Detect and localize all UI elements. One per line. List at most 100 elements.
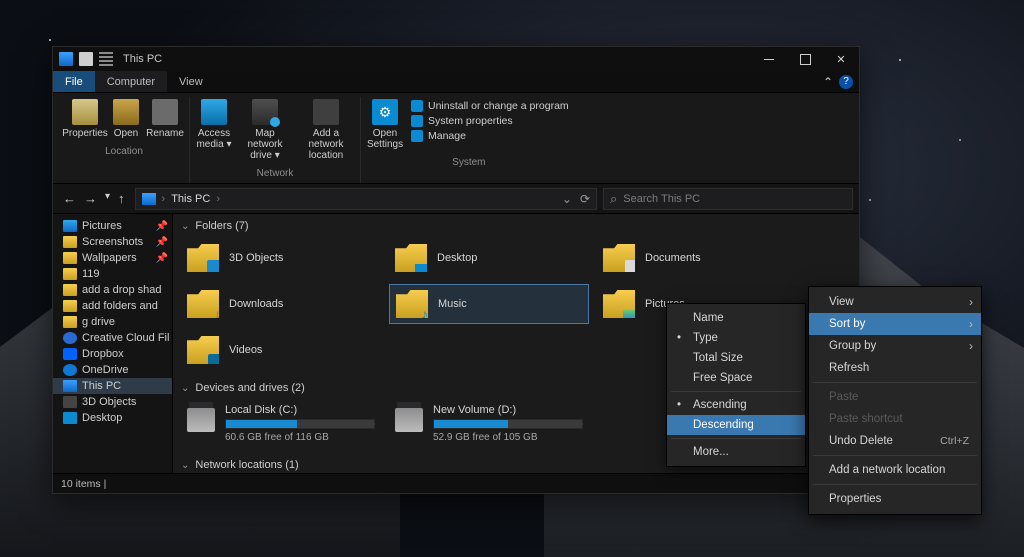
window-title: This PC <box>123 53 162 65</box>
add-network-location-button[interactable]: Add a network location <box>296 97 356 165</box>
ctx-group-by[interactable]: Group by <box>809 335 981 357</box>
folder-icon <box>187 290 219 318</box>
folder-item[interactable]: Documents <box>597 238 797 278</box>
open-button[interactable]: Open <box>109 97 143 143</box>
sidebar-item-label: g drive <box>82 316 115 328</box>
sort-option[interactable]: Free Space <box>667 368 805 388</box>
minimize-button[interactable] <box>751 47 787 71</box>
folder-icon <box>63 300 77 312</box>
refresh-icon[interactable]: ⟳ <box>580 192 590 206</box>
sidebar-item[interactable]: Wallpapers📌 <box>53 250 172 266</box>
nav-pane[interactable]: Pictures📌Screenshots📌Wallpapers📌119add a… <box>53 214 173 473</box>
ctx-undo-delete[interactable]: Undo DeleteCtrl+Z <box>809 430 981 452</box>
address-bar[interactable]: › This PC › ⌄ ⟳ <box>135 188 597 210</box>
sort-option[interactable]: Name <box>667 308 805 328</box>
folder-item[interactable]: Downloads <box>181 284 381 324</box>
chevron-right-icon[interactable]: › <box>216 193 220 205</box>
folder-item[interactable]: 3D Objects <box>181 238 381 278</box>
ctx-sort-by[interactable]: Sort by <box>809 313 981 335</box>
chevron-right-icon[interactable]: › <box>162 193 166 205</box>
section-folders-header[interactable]: Folders (7) <box>173 214 859 238</box>
sidebar-item[interactable]: add folders and <box>53 298 172 314</box>
tab-computer[interactable]: Computer <box>95 71 167 92</box>
window-controls <box>751 47 859 71</box>
folder-label: 3D Objects <box>229 252 283 264</box>
folder-item[interactable]: Music <box>389 284 589 324</box>
folder-icon <box>63 236 77 248</box>
up-button[interactable]: ↑ <box>118 191 125 206</box>
sidebar-item[interactable]: Creative Cloud Fil <box>53 330 172 346</box>
map-drive-button[interactable]: Map network drive ▾ <box>236 97 294 165</box>
maximize-button[interactable] <box>787 47 823 71</box>
drive-free-text: 60.6 GB free of 116 GB <box>225 432 375 443</box>
ctx-paste: Paste <box>809 386 981 408</box>
folder-item[interactable]: Desktop <box>389 238 589 278</box>
manage-link[interactable]: Manage <box>411 130 569 142</box>
drive-item[interactable]: New Volume (D:) 52.9 GB free of 105 GB <box>389 400 589 447</box>
sort-option[interactable]: Total Size <box>667 348 805 368</box>
help-icon[interactable]: ? <box>839 75 853 89</box>
properties-button[interactable]: Properties <box>63 97 107 143</box>
titlebar[interactable]: This PC <box>53 47 859 71</box>
address-bar-row: ← → ▾ ↑ › This PC › ⌄ ⟳ Search This PC <box>53 184 859 214</box>
breadcrumb[interactable]: This PC <box>171 193 210 205</box>
rename-icon <box>152 99 178 125</box>
sidebar-item[interactable]: g drive <box>53 314 172 330</box>
sort-order-option[interactable]: Descending <box>667 415 805 435</box>
folder-icon <box>395 244 427 272</box>
sort-more[interactable]: More... <box>667 442 805 462</box>
settings-gear-icon <box>372 99 398 125</box>
ctx-properties[interactable]: Properties <box>809 488 981 510</box>
sidebar-item-label: Desktop <box>82 412 122 424</box>
sidebar-item[interactable]: OneDrive <box>53 362 172 378</box>
address-dropdown-icon[interactable]: ⌄ <box>562 192 572 206</box>
group-label-location: Location <box>105 143 143 161</box>
sidebar-item-label: Screenshots <box>82 236 143 248</box>
back-button[interactable]: ← <box>63 191 76 206</box>
sidebar-item[interactable]: Screenshots 📌 <box>53 234 172 250</box>
tab-view[interactable]: View <box>167 71 215 92</box>
pin-icon: 📌 <box>156 253 168 264</box>
sidebar-item[interactable]: 119 <box>53 266 172 282</box>
rename-button[interactable]: Rename <box>145 97 185 143</box>
ctx-view[interactable]: View <box>809 291 981 313</box>
properties-icon <box>72 99 98 125</box>
drive-label: New Volume (D:) <box>433 404 583 416</box>
qat-menu-icon[interactable] <box>99 52 113 66</box>
drive-usage-bar <box>225 419 375 429</box>
ctx-add-network-location[interactable]: Add a network location <box>809 459 981 481</box>
sidebar-item[interactable]: This PC <box>53 378 172 394</box>
sysprops-icon <box>411 115 423 127</box>
search-box[interactable]: Search This PC <box>603 188 853 210</box>
forward-button[interactable]: → <box>84 191 97 206</box>
folder-item[interactable]: Videos <box>181 330 381 370</box>
map-drive-icon <box>252 99 278 125</box>
drive-item[interactable]: Local Disk (C:) 60.6 GB free of 116 GB <box>181 400 381 447</box>
sort-option[interactable]: Type <box>667 328 805 348</box>
recent-dropdown[interactable]: ▾ <box>105 191 110 206</box>
sidebar-item-label: add folders and <box>82 300 158 312</box>
status-bar: 10 items | <box>53 473 859 493</box>
sidebar-item[interactable]: Pictures📌 <box>53 218 172 234</box>
search-placeholder: Search This PC <box>623 193 700 205</box>
close-button[interactable] <box>823 47 859 71</box>
nav-arrows: ← → ▾ ↑ <box>59 191 129 206</box>
uninstall-program-link[interactable]: Uninstall or change a program <box>411 100 569 112</box>
ctx-refresh[interactable]: Refresh <box>809 357 981 379</box>
ctx-sep <box>813 455 977 456</box>
app-icon <box>59 52 73 66</box>
qat-properties-icon[interactable] <box>79 52 93 66</box>
sidebar-item[interactable]: 3D Objects <box>53 394 172 410</box>
folder-label: Videos <box>229 344 262 356</box>
system-properties-link[interactable]: System properties <box>411 115 569 127</box>
collapse-ribbon-icon[interactable] <box>823 75 833 89</box>
sidebar-item[interactable]: Dropbox <box>53 346 172 362</box>
sort-order-option[interactable]: Ascending <box>667 395 805 415</box>
access-media-button[interactable]: Access media ▾ <box>194 97 234 165</box>
open-settings-button[interactable]: Open Settings <box>365 97 405 154</box>
pin-icon: 📌 <box>156 237 168 248</box>
tab-file[interactable]: File <box>53 71 95 92</box>
sidebar-item[interactable]: Desktop <box>53 410 172 426</box>
sidebar-item[interactable]: add a drop shad <box>53 282 172 298</box>
uninstall-icon <box>411 100 423 112</box>
